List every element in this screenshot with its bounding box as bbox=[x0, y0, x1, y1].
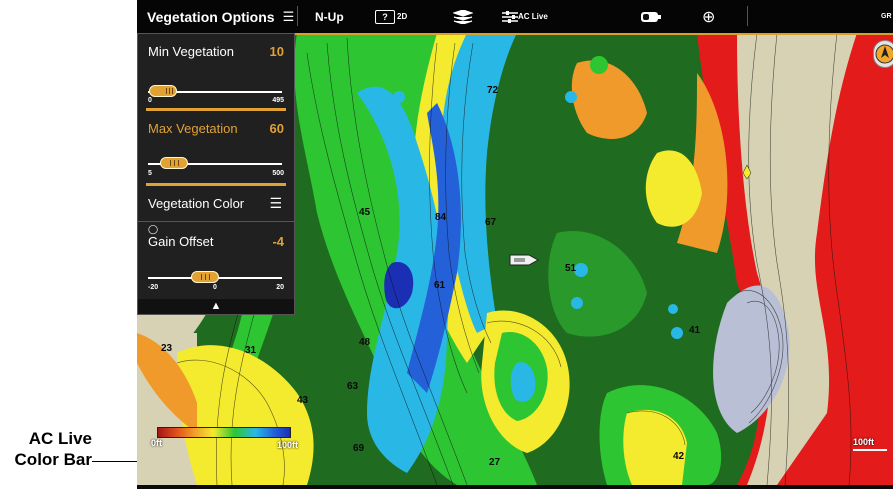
chevron-up-icon: ▲ bbox=[210, 300, 222, 312]
color-bar-max-label: 100ft bbox=[277, 440, 299, 450]
gain-offset-label: Gain Offset bbox=[148, 234, 214, 249]
submenu-list-icon[interactable]: ☰ bbox=[269, 195, 282, 212]
map-scale-bar bbox=[853, 449, 887, 451]
ac-live-color-bar-callout: AC Live Color Bar bbox=[0, 428, 92, 470]
gain-offset-row[interactable]: ◯ Gain Offset -4 -20 0 20 bbox=[138, 222, 294, 298]
gain-offset-value: -4 bbox=[272, 234, 284, 249]
vegetation-options-menu-title[interactable]: Vegetation Options ☰ bbox=[147, 0, 294, 33]
gr-label: GR bbox=[881, 13, 892, 20]
max-vegetation-range-max: 500 bbox=[272, 170, 284, 177]
toolbar-divider bbox=[297, 6, 298, 26]
gain-offset-range-max: 20 bbox=[276, 284, 284, 291]
ac-live-label: AC Live bbox=[518, 12, 548, 21]
gain-offset-range-mid: 0 bbox=[213, 284, 217, 291]
ac-live-button[interactable]: AC Live bbox=[502, 0, 548, 33]
menu-options-icon[interactable]: ☰ bbox=[283, 9, 295, 25]
depth-label-12: 51 bbox=[565, 263, 577, 274]
max-vegetation-row[interactable]: Max Vegetation 60 5 500 bbox=[138, 111, 294, 184]
max-vegetation-slider-thumb[interactable] bbox=[160, 157, 188, 169]
depth-label-13: 41 bbox=[689, 325, 701, 336]
vegetation-options-panel: Min Vegetation 10 0 495 Max Vegetation 6… bbox=[137, 33, 295, 315]
min-vegetation-row[interactable]: Min Vegetation 10 0 495 bbox=[138, 34, 294, 109]
min-vegetation-range-min: 0 bbox=[148, 97, 152, 104]
depth-label-11: 72 bbox=[487, 85, 499, 96]
depth-label-1: 84 bbox=[435, 212, 447, 223]
sliders-icon bbox=[502, 10, 518, 23]
layers-icon[interactable] bbox=[453, 0, 473, 33]
depth-label-15: 31 bbox=[245, 345, 257, 356]
callout-line-1: AC Live bbox=[28, 429, 92, 448]
min-vegetation-range-max: 495 bbox=[272, 97, 284, 104]
view-mode-icon: ? bbox=[375, 9, 395, 24]
max-vegetation-label: Max Vegetation bbox=[148, 121, 238, 136]
depth-label-4: 61 bbox=[434, 280, 446, 291]
depth-label-8: 69 bbox=[353, 443, 365, 454]
crosshair-icon[interactable]: ⊕ bbox=[702, 0, 715, 33]
view-mode-button[interactable]: ? 2D bbox=[375, 0, 407, 33]
battery-icon bbox=[640, 0, 662, 33]
toolbar-divider bbox=[747, 6, 748, 26]
callout-line-2: Color Bar bbox=[14, 450, 92, 469]
depth-label-2: 67 bbox=[485, 217, 497, 228]
depth-label-7: 43 bbox=[297, 395, 309, 406]
view-mode-label: 2D bbox=[397, 12, 408, 21]
orientation-label: N-Up bbox=[315, 9, 344, 24]
gain-offset-range-min: -20 bbox=[148, 284, 159, 291]
ac-live-color-bar bbox=[157, 427, 291, 438]
orientation-button[interactable]: N-Up bbox=[315, 0, 344, 33]
gr-indicator: GR bbox=[881, 0, 892, 33]
max-vegetation-range-min: 5 bbox=[148, 170, 152, 177]
depth-label-6: 63 bbox=[347, 381, 359, 392]
vegetation-color-label: Vegetation Color bbox=[148, 196, 245, 211]
menu-title-text: Vegetation Options bbox=[147, 8, 275, 25]
depth-label-3: 45 bbox=[359, 207, 371, 218]
color-bar-min-label: 0ft bbox=[151, 438, 162, 448]
compass-icon[interactable] bbox=[873, 40, 893, 68]
top-toolbar: Vegetation Options ☰ N-Up ? 2D AC Live ⊕… bbox=[137, 0, 893, 35]
chart-screen: 84 67 45 61 48 63 43 69 27 42 72 51 41 2… bbox=[137, 0, 893, 489]
vegetation-color-row[interactable]: Vegetation Color ☰ bbox=[138, 186, 294, 220]
depth-label-14: 23 bbox=[161, 343, 173, 354]
min-vegetation-slider-thumb[interactable] bbox=[149, 85, 177, 97]
depth-label-9: 27 bbox=[489, 457, 501, 468]
map-scale-label: 100ft bbox=[853, 437, 875, 447]
min-vegetation-value: 10 bbox=[269, 44, 284, 59]
depth-label-10: 42 bbox=[673, 451, 685, 462]
max-vegetation-value: 60 bbox=[269, 121, 284, 136]
min-vegetation-label: Min Vegetation bbox=[148, 44, 235, 59]
depth-label-5: 48 bbox=[359, 337, 371, 348]
collapse-panel-button[interactable]: ▲ bbox=[138, 299, 294, 314]
gain-offset-slider-thumb[interactable] bbox=[191, 271, 219, 283]
boat-position-icon[interactable] bbox=[509, 254, 539, 266]
